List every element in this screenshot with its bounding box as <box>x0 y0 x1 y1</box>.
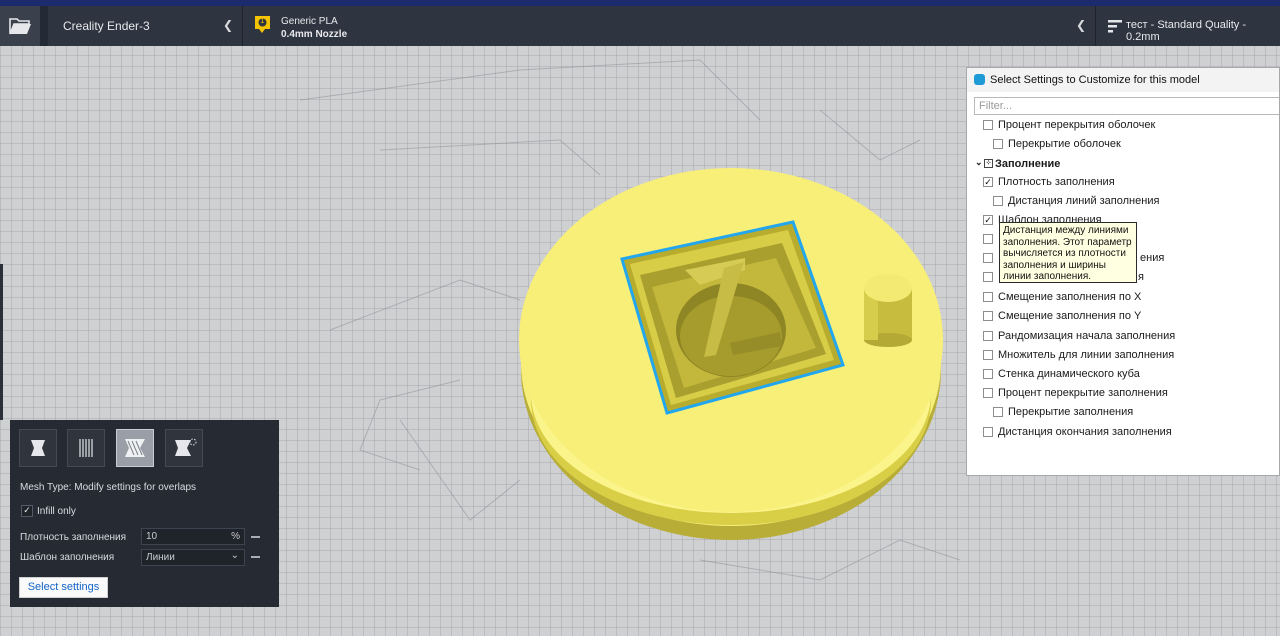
left-toolbar-edge <box>0 264 3 420</box>
top-bar: Creality Ender-3 ❮ 1 Generic PLA 0.4mm N… <box>0 0 1280 46</box>
dialog-title-bar[interactable]: Select Settings to Customize for this mo… <box>967 68 1279 92</box>
open-file-button[interactable] <box>0 6 40 46</box>
filter-input[interactable] <box>974 97 1279 115</box>
cura-logo-icon <box>974 74 985 85</box>
setting-checkbox[interactable] <box>993 139 1003 149</box>
support-mesh-icon <box>79 439 93 457</box>
setting-checkbox[interactable] <box>983 331 993 341</box>
support-mesh-button[interactable] <box>67 429 105 467</box>
setting-checkbox[interactable] <box>983 253 993 263</box>
chevron-down-icon: ⌄ <box>230 550 239 561</box>
chevron-left-icon: ❮ <box>1076 18 1087 32</box>
anti-overhang-button[interactable] <box>165 429 203 467</box>
infill-only-checkbox[interactable]: ✓ <box>21 505 33 517</box>
setting-checkbox[interactable] <box>993 407 1003 417</box>
nozzle-size: 0.4mm Nozzle <box>281 29 348 40</box>
print-profile-selector[interactable]: тест - Standard Quality - 0.2mm <box>1095 6 1280 46</box>
setting-checkbox[interactable] <box>983 234 993 244</box>
infill-only-label: Infill only <box>37 506 76 517</box>
density-label: Плотность заполнения <box>20 532 127 543</box>
printer-name: Creality Ender-3 <box>63 19 150 33</box>
setting-checkbox[interactable] <box>983 388 993 398</box>
chevron-left-icon: ❮ <box>223 18 234 32</box>
select-settings-button[interactable]: Select settings <box>19 577 108 598</box>
setting-checkbox[interactable] <box>983 369 993 379</box>
overlap-modify-icon <box>125 439 145 457</box>
setting-checkbox[interactable] <box>993 196 1003 206</box>
density-unit: % <box>231 531 240 542</box>
material-selector[interactable]: 1 Generic PLA 0.4mm Nozzle ❮ <box>242 6 1095 46</box>
remove-setting-icon[interactable] <box>251 536 260 538</box>
modify-overlaps-button[interactable] <box>116 429 154 467</box>
pattern-select[interactable]: Линии ⌄ <box>141 549 245 566</box>
dialog-title: Select Settings to Customize for this mo… <box>990 74 1200 86</box>
setting-checkbox[interactable] <box>983 272 993 282</box>
material-name: Generic PLA <box>281 16 338 27</box>
normal-model-button[interactable] <box>19 429 57 467</box>
setting-checkbox[interactable] <box>983 120 993 130</box>
per-model-settings-panel: Mesh Type: Modify settings for overlaps … <box>10 420 279 607</box>
setting-checkbox[interactable]: ✓ <box>983 215 993 225</box>
setting-checkbox[interactable] <box>983 427 993 437</box>
folder-open-icon <box>9 18 31 35</box>
anti-overhang-icon <box>175 438 197 456</box>
mesh-type-label: Mesh Type: Modify settings for overlaps <box>20 482 197 493</box>
chevron-down-icon: ⌄ <box>975 157 983 167</box>
profile-name: тест - Standard Quality - 0.2mm <box>1126 19 1247 43</box>
settings-sliders-icon <box>1108 20 1122 33</box>
pattern-label: Шаблон заполнения <box>20 552 115 563</box>
density-input[interactable]: 10 % <box>141 528 245 545</box>
printer-selector[interactable]: Creality Ender-3 ❮ <box>48 6 242 46</box>
setting-checkbox[interactable] <box>983 311 993 321</box>
cylinder-model[interactable] <box>864 274 912 347</box>
density-value: 10 <box>146 531 158 542</box>
setting-checkbox[interactable] <box>983 350 993 360</box>
pattern-value: Линии <box>146 552 175 563</box>
setting-tooltip: Дистанция между линиями заполнения. Этот… <box>999 222 1137 283</box>
setting-checkbox[interactable] <box>983 292 993 302</box>
material-badge-number: 1 <box>260 17 265 25</box>
remove-setting-icon[interactable] <box>251 556 260 558</box>
setting-checkbox[interactable]: ✓ <box>983 177 993 187</box>
normal-model-icon <box>31 440 45 456</box>
infill-category-icon: ⁘ <box>984 159 993 168</box>
